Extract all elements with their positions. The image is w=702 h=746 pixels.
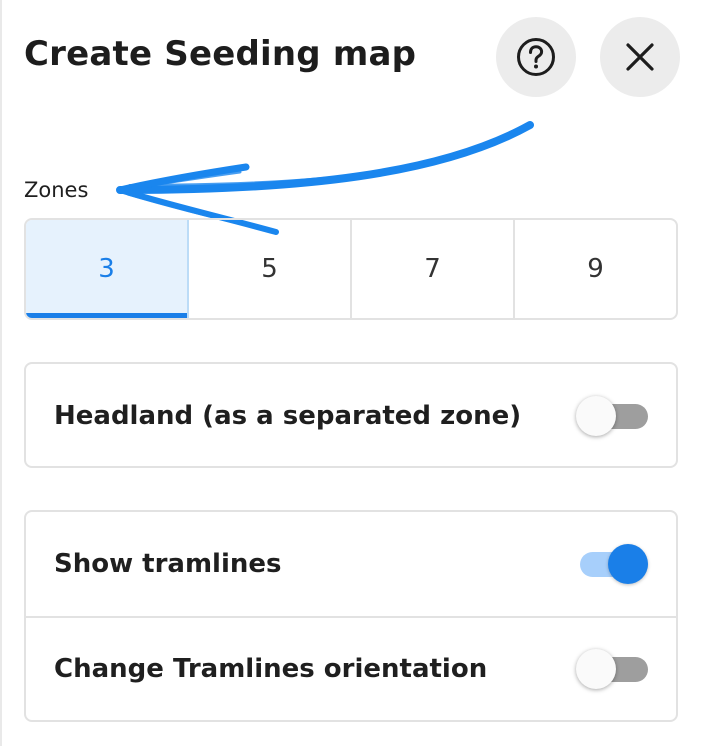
help-button[interactable] [496,17,576,97]
zone-option-3[interactable]: 3 [26,220,189,318]
change-orientation-toggle[interactable] [576,649,648,689]
toggle-knob [576,649,616,689]
change-orientation-row[interactable]: Change Tramlines orientation [26,616,676,720]
change-orientation-label: Change Tramlines orientation [54,654,488,684]
zones-selector: 3 5 7 9 [24,218,678,320]
show-tramlines-label: Show tramlines [54,549,282,579]
tramlines-card: Show tramlines Change Tramlines orientat… [24,510,678,722]
question-circle-icon [517,38,555,76]
toggle-knob [608,544,648,584]
show-tramlines-row[interactable]: Show tramlines [26,512,676,616]
zone-option-5[interactable]: 5 [189,220,352,318]
close-button[interactable] [600,17,680,97]
show-tramlines-toggle[interactable] [576,544,648,584]
zone-option-7[interactable]: 7 [352,220,515,318]
zones-label: Zones [24,178,89,202]
panel-edge [0,0,2,746]
page-title: Create Seeding map [24,34,417,74]
headland-toggle[interactable] [576,396,648,436]
headland-row[interactable]: Headland (as a separated zone) [26,364,676,468]
zone-option-9[interactable]: 9 [515,220,676,318]
toggle-knob [576,396,616,436]
headland-label: Headland (as a separated zone) [54,401,522,431]
close-icon [626,43,654,71]
headland-card: Headland (as a separated zone) [24,362,678,468]
seeding-map-panel: Create Seeding map Zones 3 5 7 9 Headlan… [0,0,702,746]
